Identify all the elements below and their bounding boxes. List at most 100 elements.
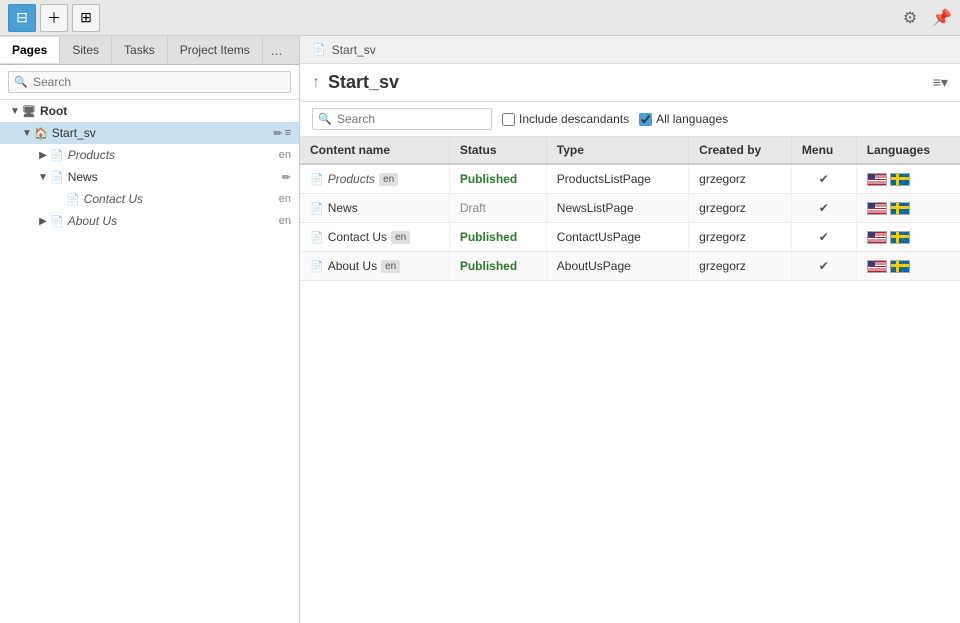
start-sv-expander[interactable]: ▼ — [20, 128, 34, 139]
flag-us-icon — [867, 231, 887, 244]
row-page-icon: 📄 — [310, 260, 324, 273]
content-title: Start_sv — [328, 72, 925, 93]
flag-us-icon — [867, 202, 887, 215]
breadcrumb-arrow-icon: 📄 — [312, 43, 326, 56]
contact-us-label: Contact Us — [84, 192, 275, 206]
tab-tasks[interactable]: Tasks — [112, 37, 168, 63]
lang-badge: en — [381, 260, 400, 273]
cell-status: Draft — [449, 194, 546, 223]
about-us-label: About Us — [68, 214, 275, 228]
cell-menu: ✔ — [791, 252, 856, 281]
cell-type: ProductsListPage — [546, 164, 688, 194]
col-status: Status — [449, 137, 546, 164]
sidebar-search-icon: 🔍 — [14, 76, 28, 89]
cell-languages — [856, 194, 960, 223]
row-name-text: Contact Us — [328, 230, 387, 244]
tree-item-products[interactable]: ▶ 📄 Products en — [0, 144, 299, 166]
tree-icon: ⊟ — [16, 9, 28, 26]
all-languages-checkbox[interactable] — [639, 113, 652, 126]
sort-icon[interactable]: ≡▾ — [933, 74, 948, 91]
structure-button[interactable]: ⊞ — [72, 4, 100, 32]
header-up-icon: ↑ — [312, 74, 320, 92]
add-button[interactable]: ＋ — [40, 4, 68, 32]
menu-icon[interactable]: ≡ — [285, 127, 291, 140]
cell-menu: ✔ — [791, 223, 856, 252]
products-label: Products — [68, 148, 275, 162]
tree-item-start-sv[interactable]: ▼ 🏠 Start_sv ✏ ≡ — [0, 122, 299, 144]
col-menu: Menu — [791, 137, 856, 164]
filter-search-input[interactable] — [312, 108, 492, 130]
tab-pages[interactable]: Pages — [0, 37, 60, 63]
cell-name: 📄 About Us en — [300, 252, 449, 281]
tree-item-news[interactable]: ▼ 📄 News ✏ — [0, 166, 299, 188]
row-page-icon: 📄 — [310, 231, 324, 244]
tree-item-contact-us[interactable]: 📄 Contact Us en — [0, 188, 299, 210]
start-sv-actions: ✏ ≡ — [273, 127, 291, 140]
menu-checkmark: ✔ — [819, 230, 829, 244]
about-us-expander[interactable]: ▶ — [36, 216, 50, 227]
news-label: News — [68, 170, 282, 184]
cell-created-by: grzegorz — [689, 223, 792, 252]
table-row[interactable]: 📄 Contact Us en Published ContactUsPage … — [300, 223, 960, 252]
col-content-name: Content name — [300, 137, 449, 164]
products-icon: 📄 — [50, 149, 64, 162]
about-us-lang: en — [279, 215, 291, 227]
menu-checkmark: ✔ — [819, 201, 829, 215]
news-expander[interactable]: ▼ — [36, 172, 50, 183]
start-sv-label: Start_sv — [52, 126, 274, 140]
edit-icon[interactable]: ✏ — [273, 127, 282, 140]
row-page-icon: 📄 — [310, 173, 324, 186]
flag-us-icon — [867, 260, 887, 273]
row-name-text: About Us — [328, 259, 377, 273]
cell-type: ContactUsPage — [546, 223, 688, 252]
flag-se-icon — [890, 231, 910, 244]
top-toolbar: ⊟ ＋ ⊞ ⚙ 📌 — [0, 0, 960, 36]
cell-name: 📄 Contact Us en — [300, 223, 449, 252]
sidebar-search-container: 🔍 — [0, 65, 299, 100]
all-languages-label[interactable]: All languages — [656, 112, 728, 126]
include-descendants-checkbox[interactable] — [502, 113, 515, 126]
table-row[interactable]: 📄 About Us en Published AboutUsPage grze… — [300, 252, 960, 281]
table-row[interactable]: 📄 Products en Published ProductsListPage… — [300, 164, 960, 194]
tab-sites[interactable]: Sites — [60, 37, 112, 63]
products-expander[interactable]: ▶ — [36, 150, 50, 161]
include-descendants-label[interactable]: Include descandants — [519, 112, 629, 126]
gear-icon[interactable]: ⚙ — [896, 4, 924, 32]
tab-more-button[interactable]: ... — [263, 36, 291, 64]
content-table: Content name Status Type Created by Menu… — [300, 137, 960, 281]
root-expander[interactable]: ▼ — [8, 106, 22, 117]
start-sv-icon: 🏠 — [34, 127, 48, 140]
flag-us-icon — [867, 173, 887, 186]
col-type: Type — [546, 137, 688, 164]
tree-view-button[interactable]: ⊟ — [8, 4, 36, 32]
structure-icon: ⊞ — [80, 9, 92, 26]
filter-bar: 🔍 Include descandants All languages — [300, 102, 960, 137]
tree-item-root[interactable]: ▼ 🖥 Root — [0, 100, 299, 122]
breadcrumb: Start_sv — [332, 43, 376, 57]
pin-icon[interactable]: 📌 — [928, 4, 956, 32]
sidebar-search-input[interactable] — [8, 71, 291, 93]
content-table-wrap: Content name Status Type Created by Menu… — [300, 137, 960, 623]
cell-name: 📄 News — [300, 194, 449, 223]
filter-search-icon: 🔍 — [318, 113, 332, 126]
breadcrumb-bar: 📄 Start_sv — [300, 36, 960, 64]
content-header: ↑ Start_sv ≡▾ — [300, 64, 960, 102]
news-actions: ✏ — [282, 171, 291, 184]
row-name-text: News — [328, 201, 358, 215]
cell-created-by: grzegorz — [689, 164, 792, 194]
news-edit-icon[interactable]: ✏ — [282, 171, 291, 184]
cell-menu: ✔ — [791, 194, 856, 223]
cell-status: Published — [449, 164, 546, 194]
tree-item-about-us[interactable]: ▶ 📄 About Us en — [0, 210, 299, 232]
lang-badge: en — [379, 173, 398, 186]
menu-checkmark: ✔ — [819, 172, 829, 186]
filter-search-wrap: 🔍 — [312, 108, 492, 130]
include-descendants-group: Include descandants — [502, 112, 629, 126]
col-languages: Languages — [856, 137, 960, 164]
about-us-icon: 📄 — [50, 215, 64, 228]
table-row[interactable]: 📄 News Draft NewsListPage grzegorz ✔ — [300, 194, 960, 223]
sidebar-tree: ▼ 🖥 Root ▼ 🏠 Start_sv ✏ ≡ ▶ 📄 Products e… — [0, 100, 299, 623]
contact-us-lang: en — [279, 193, 291, 205]
tab-project-items[interactable]: Project Items — [168, 37, 263, 63]
cell-languages — [856, 223, 960, 252]
